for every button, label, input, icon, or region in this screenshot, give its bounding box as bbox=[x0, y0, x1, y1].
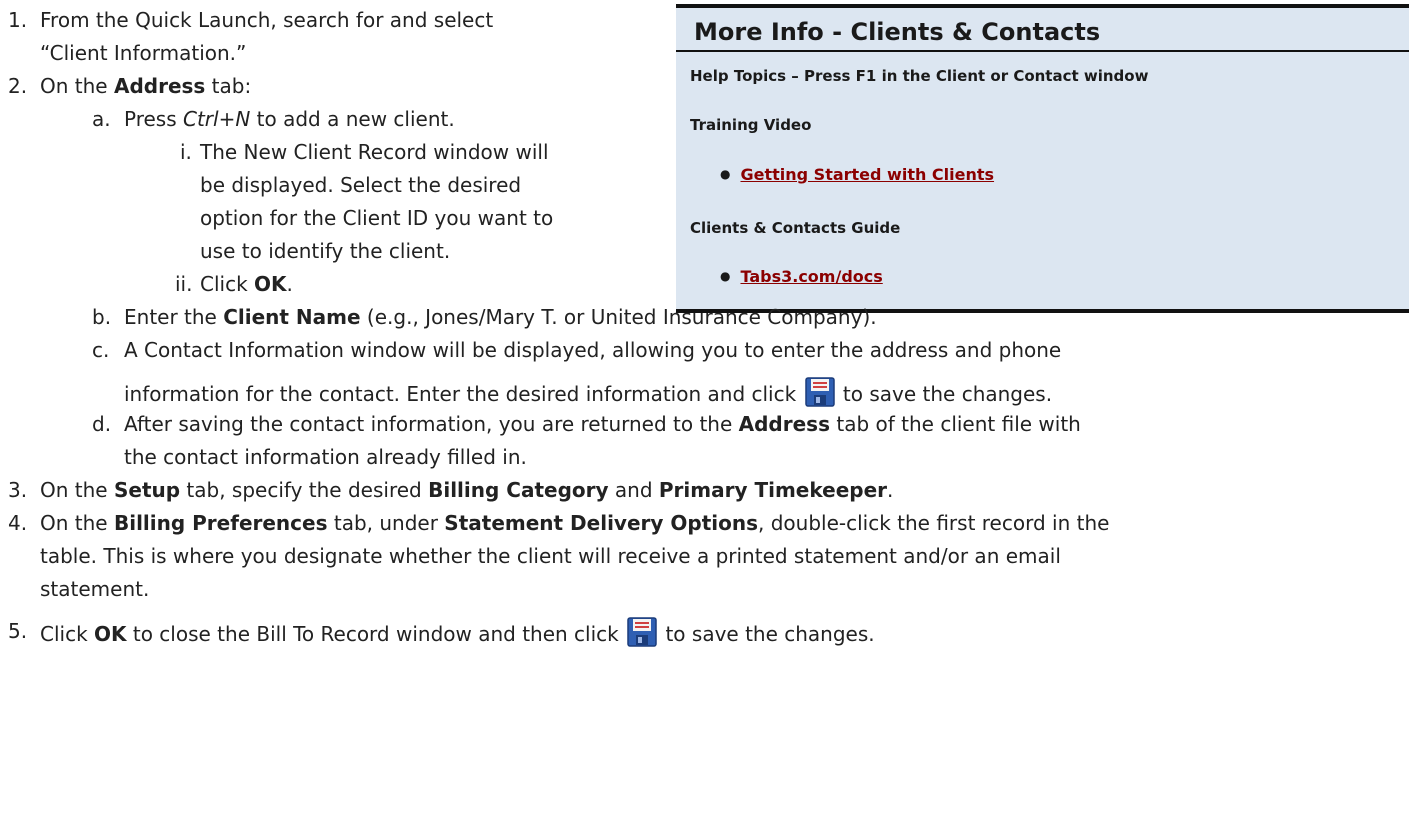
guide-heading: Clients & Contacts Guide bbox=[690, 219, 901, 237]
step-4-text-cont: statement. bbox=[40, 577, 150, 601]
getting-started-link[interactable]: Getting Started with Clients bbox=[740, 165, 994, 184]
step-1-text-cont: “Client Information.” bbox=[40, 41, 247, 65]
info-box-title: More Info - Clients & Contacts bbox=[694, 18, 1101, 46]
bullet-icon: ● bbox=[720, 269, 731, 283]
step-4-number: 4. bbox=[8, 511, 28, 535]
step-2ai-text-cont: use to identify the client. bbox=[200, 239, 451, 263]
step-2c-number: c. bbox=[92, 338, 110, 362]
help-topics-text: Help Topics – Press F1 in the Client or … bbox=[690, 67, 1149, 85]
step-3-text: On the Setup tab, specify the desired Bi… bbox=[40, 478, 894, 502]
step-2ai-text: The New Client Record window will bbox=[200, 140, 549, 164]
tabs3-docs-link[interactable]: Tabs3.com/docs bbox=[740, 267, 882, 286]
training-video-item: ● Getting Started with Clients bbox=[720, 165, 994, 184]
step-2-number: 2. bbox=[8, 74, 28, 98]
step-2c-text-cont: information for the contact. Enter the d… bbox=[124, 377, 1052, 408]
step-5-number: 5. bbox=[8, 619, 28, 643]
step-2d-text-cont: the contact information already filled i… bbox=[124, 445, 527, 469]
step-2a-text: Press Ctrl+N to add a new client. bbox=[124, 107, 455, 131]
step-2d-number: d. bbox=[92, 412, 112, 436]
step-3-number: 3. bbox=[8, 478, 28, 502]
step-2ai-number: i. bbox=[180, 140, 192, 164]
step-5-text: Click OK to close the Bill To Record win… bbox=[40, 617, 875, 648]
info-box-divider bbox=[676, 50, 1409, 52]
step-4-text: On the Billing Preferences tab, under St… bbox=[40, 511, 1110, 535]
step-1-number: 1. bbox=[8, 8, 28, 32]
training-video-heading: Training Video bbox=[690, 116, 812, 134]
guide-item: ● Tabs3.com/docs bbox=[720, 267, 883, 286]
step-2a-number: a. bbox=[92, 107, 111, 131]
step-2c-text: A Contact Information window will be dis… bbox=[124, 338, 1062, 362]
save-icon bbox=[804, 377, 835, 407]
step-2aii-number: ii. bbox=[175, 272, 193, 296]
step-2ai-text-cont: option for the Client ID you want to bbox=[200, 206, 554, 230]
bullet-icon: ● bbox=[720, 167, 731, 181]
step-4-text-cont: table. This is where you designate wheth… bbox=[40, 544, 1061, 568]
step-2ai-text-cont: be displayed. Select the desired bbox=[200, 173, 522, 197]
step-2b-number: b. bbox=[92, 305, 112, 329]
step-1-text: From the Quick Launch, search for and se… bbox=[40, 8, 494, 32]
step-2-text: On the Address tab: bbox=[40, 74, 252, 98]
step-2aii-text: Click OK. bbox=[200, 272, 293, 296]
step-2b-text: Enter the Client Name (e.g., Jones/Mary … bbox=[124, 305, 877, 329]
step-2d-text: After saving the contact information, yo… bbox=[124, 412, 1081, 436]
more-info-box: More Info - Clients & Contacts Help Topi… bbox=[676, 4, 1409, 313]
save-icon bbox=[627, 617, 657, 647]
